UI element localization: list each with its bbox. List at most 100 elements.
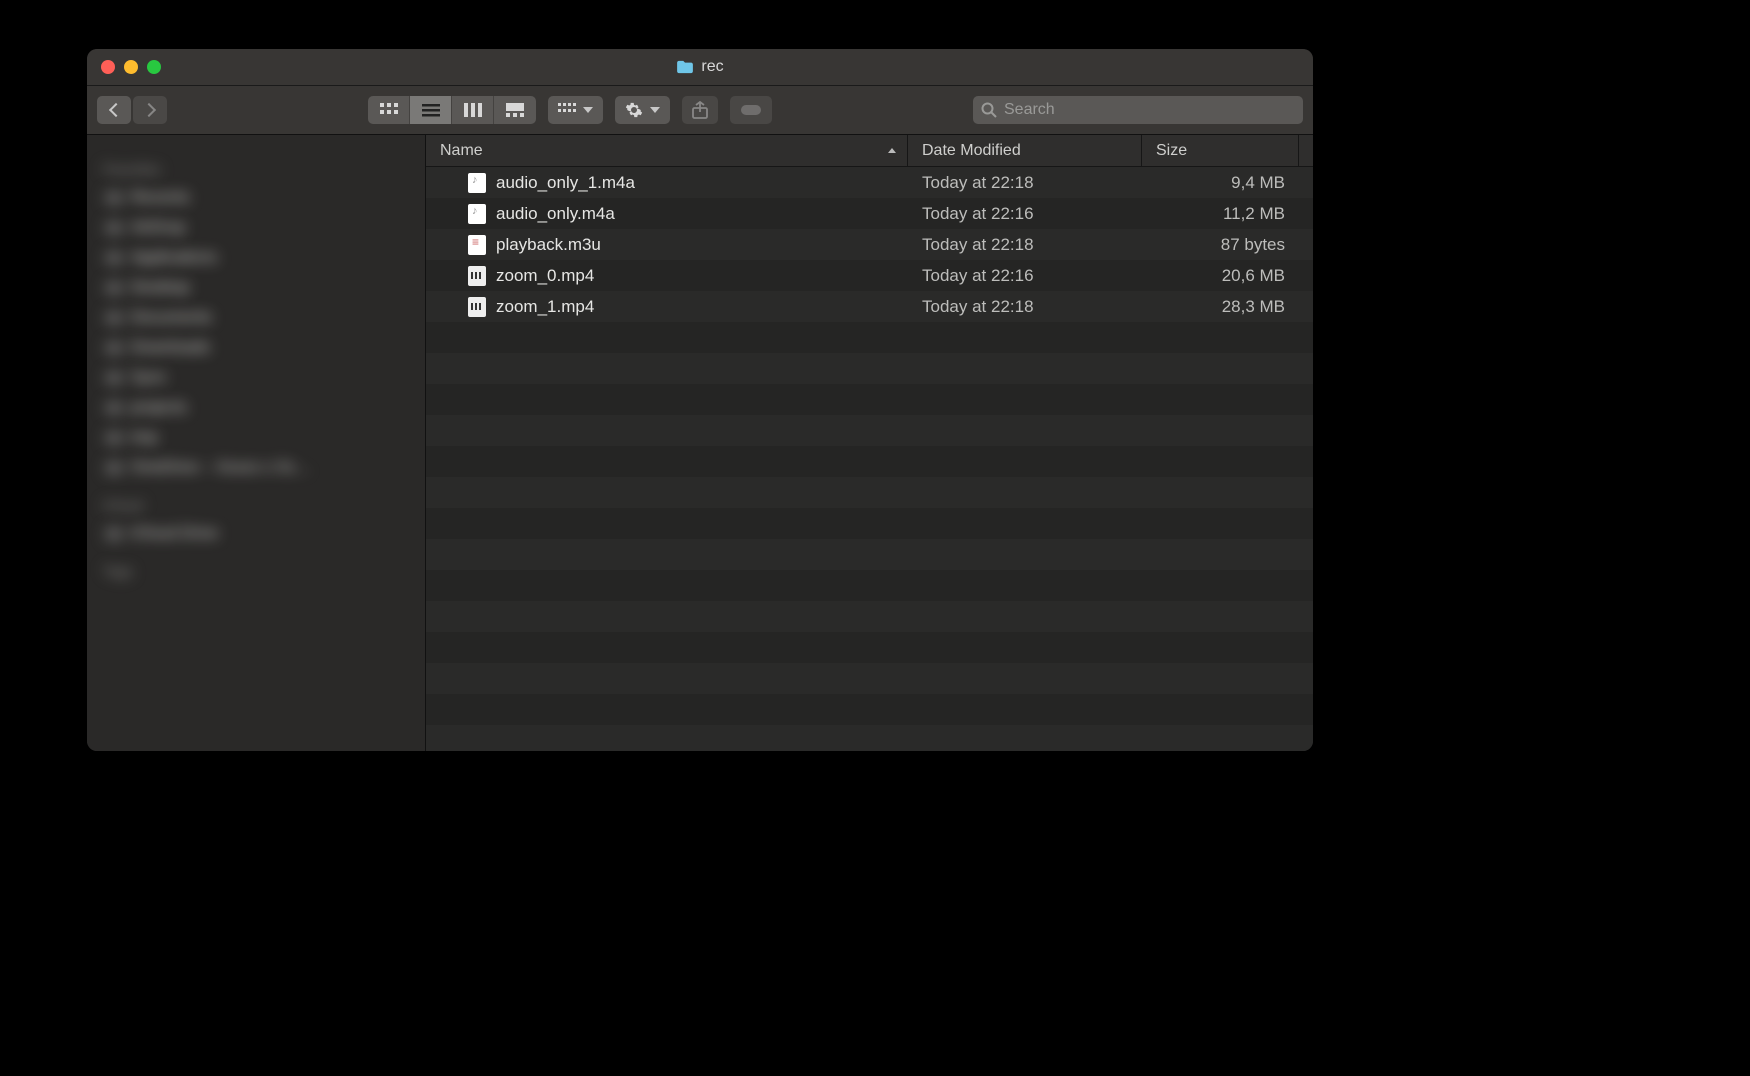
- sidebar-item-label: Desktop: [131, 279, 190, 297]
- view-icons-button[interactable]: [368, 96, 410, 124]
- file-size: 11,2 MB: [1142, 204, 1299, 224]
- column-header-date-label: Date Modified: [922, 142, 1021, 160]
- titlebar: rec: [87, 49, 1313, 86]
- sidebar-item[interactable]: Applications: [101, 243, 425, 273]
- empty-row: [426, 725, 1313, 751]
- sidebar-item[interactable]: OneDrive – Xxxxx x Xx…: [101, 453, 425, 483]
- audio-file-icon: [468, 204, 486, 224]
- sidebar-item[interactable]: Recents: [101, 183, 425, 213]
- view-gallery-button[interactable]: [494, 96, 536, 124]
- empty-row: [426, 322, 1313, 353]
- sidebar-item-label: Recents: [131, 189, 190, 207]
- empty-row: [426, 570, 1313, 601]
- empty-row: [426, 353, 1313, 384]
- video-file-icon: [468, 297, 486, 317]
- window-body: FavoritesRecentsAirDropApplicationsDeskt…: [87, 135, 1313, 751]
- view-list-button[interactable]: [410, 96, 452, 124]
- file-date: Today at 22:18: [908, 235, 1142, 255]
- sidebar-item[interactable]: AirDrop: [101, 213, 425, 243]
- sidebar-section-label: Tags: [103, 563, 425, 579]
- sidebar-item[interactable]: iCloud Drive: [101, 519, 425, 549]
- edit-tags-button[interactable]: [730, 96, 772, 124]
- sidebar: FavoritesRecentsAirDropApplicationsDeskt…: [87, 135, 426, 751]
- group-by-button[interactable]: [548, 96, 603, 124]
- action-menu-button[interactable]: [615, 96, 670, 124]
- empty-row: [426, 477, 1313, 508]
- video-file-icon: [468, 266, 486, 286]
- forward-button[interactable]: [133, 96, 167, 124]
- window-title: rec: [87, 58, 1313, 76]
- file-row[interactable]: zoom_1.mp4Today at 22:1828,3 MB: [426, 291, 1313, 322]
- sidebar-item-label: OneDrive – Xxxxx x Xx…: [131, 459, 311, 477]
- chevron-left-icon: [108, 103, 122, 117]
- list-icon: [422, 103, 440, 117]
- sidebar-item-icon: [105, 191, 123, 205]
- file-row[interactable]: playback.m3uToday at 22:1887 bytes: [426, 229, 1313, 260]
- sidebar-item-label: iCloud Drive: [131, 525, 218, 543]
- chevron-down-icon: [583, 107, 593, 113]
- back-button[interactable]: [97, 96, 131, 124]
- file-name: playback.m3u: [496, 235, 601, 255]
- search-input[interactable]: [1004, 101, 1295, 119]
- sidebar-section-label: iCloud: [103, 497, 425, 513]
- column-header-row: Name Date Modified Size: [426, 135, 1313, 167]
- group-icon: [558, 103, 576, 117]
- folder-icon: [676, 60, 694, 74]
- sidebar-item-icon: [105, 311, 123, 325]
- finder-window: rec: [87, 49, 1313, 751]
- window-title-text: rec: [701, 58, 723, 76]
- empty-row: [426, 601, 1313, 632]
- sidebar-item-icon: [105, 461, 123, 475]
- file-date: Today at 22:18: [908, 297, 1142, 317]
- share-icon: [692, 101, 708, 119]
- sidebar-item-icon: [105, 527, 123, 541]
- empty-row: [426, 508, 1313, 539]
- file-date: Today at 22:16: [908, 266, 1142, 286]
- column-header-size-label: Size: [1156, 142, 1187, 160]
- search-field[interactable]: [973, 96, 1303, 124]
- sidebar-item[interactable]: tmp: [101, 423, 425, 453]
- sidebar-item-icon: [105, 221, 123, 235]
- sidebar-item[interactable]: Desktop: [101, 273, 425, 303]
- toolbar: [87, 86, 1313, 135]
- columns-icon: [464, 103, 482, 117]
- share-button[interactable]: [682, 96, 718, 124]
- file-size: 28,3 MB: [1142, 297, 1299, 317]
- empty-row: [426, 415, 1313, 446]
- zoom-button[interactable]: [147, 60, 161, 74]
- gallery-icon: [506, 103, 524, 117]
- sidebar-item-label: AirDrop: [131, 219, 185, 237]
- sidebar-item[interactable]: projects: [101, 393, 425, 423]
- file-row[interactable]: audio_only_1.m4aToday at 22:189,4 MB: [426, 167, 1313, 198]
- view-switcher: [368, 96, 536, 124]
- sidebar-item[interactable]: Sync: [101, 363, 425, 393]
- minimize-button[interactable]: [124, 60, 138, 74]
- chevron-right-icon: [141, 103, 155, 117]
- sidebar-item-icon: [105, 401, 123, 415]
- sidebar-item[interactable]: Documents: [101, 303, 425, 333]
- column-header-size[interactable]: Size: [1142, 135, 1299, 166]
- sidebar-item-icon: [105, 281, 123, 295]
- sidebar-item[interactable]: Downloads: [101, 333, 425, 363]
- search-icon: [981, 102, 997, 118]
- sidebar-item-icon: [105, 431, 123, 445]
- column-header-name[interactable]: Name: [426, 135, 908, 166]
- empty-row: [426, 446, 1313, 477]
- empty-row: [426, 539, 1313, 570]
- column-header-date[interactable]: Date Modified: [908, 135, 1142, 166]
- sidebar-item-label: Downloads: [131, 339, 210, 357]
- sidebar-item-label: Sync: [131, 369, 167, 387]
- file-name: audio_only_1.m4a: [496, 173, 635, 193]
- view-columns-button[interactable]: [452, 96, 494, 124]
- sidebar-item-label: Documents: [131, 309, 212, 327]
- close-button[interactable]: [101, 60, 115, 74]
- sort-ascending-icon: [887, 146, 897, 156]
- file-size: 9,4 MB: [1142, 173, 1299, 193]
- file-rows: audio_only_1.m4aToday at 22:189,4 MBaudi…: [426, 167, 1313, 751]
- file-row[interactable]: audio_only.m4aToday at 22:1611,2 MB: [426, 198, 1313, 229]
- playlist-file-icon: [468, 235, 486, 255]
- file-row[interactable]: zoom_0.mp4Today at 22:1620,6 MB: [426, 260, 1313, 291]
- sidebar-item-label: tmp: [131, 429, 158, 447]
- sidebar-item-icon: [105, 371, 123, 385]
- file-name: zoom_0.mp4: [496, 266, 594, 286]
